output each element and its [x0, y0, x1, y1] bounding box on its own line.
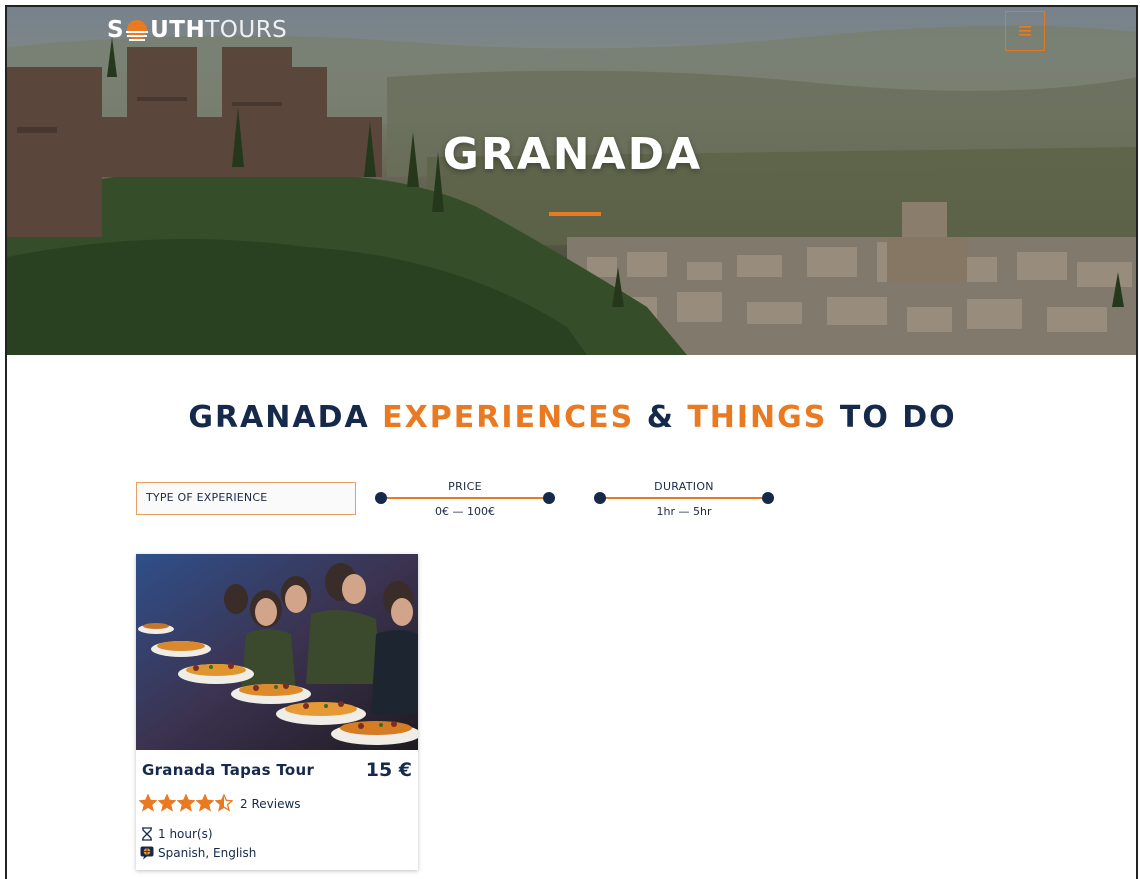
duration-max-handle[interactable]	[762, 492, 774, 504]
star-icon	[158, 794, 176, 812]
rating-stars	[139, 794, 233, 812]
price-value: 0€ — 100€	[435, 505, 495, 518]
duration-text: 1 hour(s)	[158, 827, 213, 841]
star-icon	[139, 794, 157, 812]
logo-text-uth: UTH	[150, 17, 206, 43]
price-track	[383, 497, 547, 499]
duration-range-slider: DURATION 1hr — 5hr	[594, 480, 774, 520]
duration-value: 1hr — 5hr	[656, 505, 712, 518]
hero-title-underline	[549, 212, 601, 216]
star-icon	[177, 794, 195, 812]
price-range-slider: PRICE 0€ — 100€	[375, 480, 555, 520]
hourglass-icon	[142, 827, 152, 841]
price-min-handle[interactable]	[375, 492, 387, 504]
title-to-do: TO DO	[827, 400, 957, 435]
menu-button[interactable]	[1005, 11, 1045, 51]
tapas-tour-image	[136, 554, 418, 750]
experience-price: 15 €	[365, 759, 412, 781]
price-max-handle[interactable]	[543, 492, 555, 504]
title-things: THINGS	[687, 400, 828, 435]
title-experiences: EXPERIENCES	[382, 400, 635, 435]
duration-min-handle[interactable]	[594, 492, 606, 504]
title-ampersand: &	[634, 400, 688, 435]
star-icon	[215, 794, 233, 812]
star-icon	[196, 794, 214, 812]
duration-row: 1 hour(s)	[140, 827, 213, 841]
duration-label: DURATION	[654, 480, 714, 493]
reviews-count[interactable]: 2 Reviews	[240, 797, 301, 811]
price-label: PRICE	[448, 480, 482, 493]
languages-row: Spanish, English	[140, 846, 256, 860]
experience-title[interactable]: Granada Tapas Tour	[142, 761, 314, 779]
experience-type-select[interactable]: TYPE OF EXPERIENCE	[136, 482, 356, 515]
duration-track	[602, 497, 766, 499]
languages-text: Spanish, English	[158, 846, 257, 860]
sun-logo-icon	[126, 20, 149, 41]
experience-card[interactable]: Granada Tapas Tour 15 € 2 Reviews 1 hour…	[136, 554, 418, 870]
section-title: GRANADA EXPERIENCES & THINGS TO DO	[7, 400, 1136, 435]
title-granada: GRANADA	[188, 400, 383, 435]
hero-title: GRANADA	[442, 129, 703, 180]
language-bubble-icon	[140, 846, 154, 860]
hamburger-menu-icon	[1019, 26, 1031, 36]
site-logo[interactable]: S UTH TOURS	[107, 17, 287, 43]
hero-banner: S UTH TOURS GRANADA	[7, 7, 1136, 355]
logo-text-s: S	[107, 17, 125, 43]
logo-text-tours: TOURS	[205, 17, 288, 43]
page-frame: S UTH TOURS GRANADA GRANADA EXPERIENCES …	[5, 5, 1138, 879]
hero-overlay	[7, 7, 1136, 355]
